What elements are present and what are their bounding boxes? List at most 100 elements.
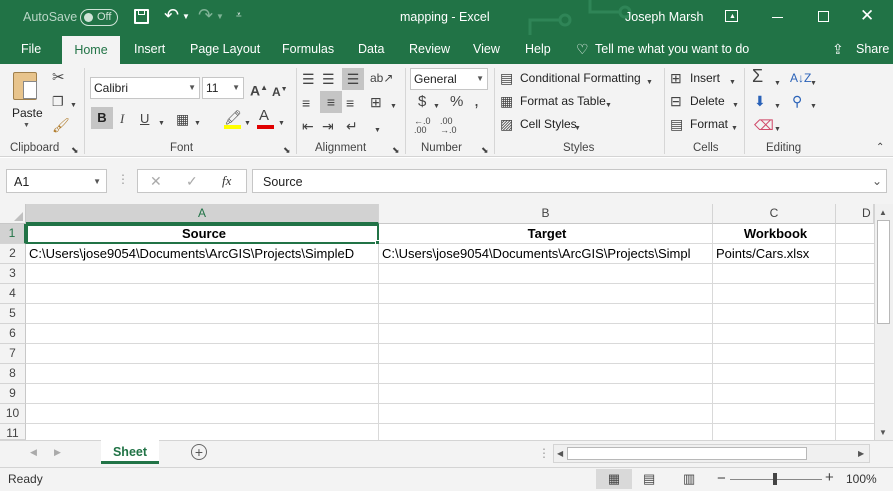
clear-icon[interactable]: ⌫ xyxy=(754,117,774,133)
bold-button[interactable]: B xyxy=(91,107,113,129)
collapse-ribbon-icon[interactable]: ⌃ xyxy=(876,140,884,156)
alignment-launcher-icon[interactable]: ⬊ xyxy=(392,142,400,158)
undo-icon[interactable]: ↶ xyxy=(164,5,179,26)
font-color-icon[interactable]: A xyxy=(259,108,269,124)
align-bottom-icon[interactable]: ☰ xyxy=(342,68,364,90)
close-icon[interactable]: ✕ xyxy=(860,6,874,26)
maximize-icon[interactable] xyxy=(818,11,829,22)
clear-dropdown-icon[interactable]: ▼ xyxy=(774,122,781,138)
redo-icon[interactable]: ↷ xyxy=(198,5,213,26)
next-sheet-icon[interactable]: ▶ xyxy=(54,447,61,458)
row-header-6[interactable]: 6 xyxy=(0,324,26,344)
customize-qat-icon[interactable]: ⩡ xyxy=(236,10,242,21)
formula-input[interactable]: Source ⌄ xyxy=(252,169,887,193)
cut-icon[interactable]: ✂ xyxy=(52,70,65,86)
autosave-toggle[interactable]: Off xyxy=(80,9,118,26)
expand-formula-bar-icon[interactable]: ⌄ xyxy=(872,174,882,188)
underline-dropdown-icon[interactable]: ▼ xyxy=(158,116,165,132)
borders-icon[interactable]: ▦ xyxy=(176,111,189,127)
align-top-icon[interactable]: ☰ xyxy=(302,71,315,87)
increase-indent-icon[interactable]: ⇥ xyxy=(322,118,334,134)
decrease-decimal-icon[interactable]: .00 →.0 xyxy=(440,117,457,135)
font-launcher-icon[interactable]: ⬊ xyxy=(283,142,291,158)
comma-style-icon[interactable]: , xyxy=(474,91,479,109)
increase-decimal-icon[interactable]: ←.0.00 xyxy=(414,117,431,135)
name-box[interactable]: A1 ▼ xyxy=(6,169,107,193)
tab-insert[interactable]: Insert xyxy=(134,35,165,64)
sort-filter-icon[interactable]: A↓Z xyxy=(790,70,811,86)
orientation-icon[interactable]: ab↗ xyxy=(370,70,393,86)
currency-icon[interactable]: $ xyxy=(418,94,426,110)
decrease-indent-icon[interactable]: ⇤ xyxy=(302,118,314,134)
zoom-slider[interactable] xyxy=(730,473,822,485)
save-icon[interactable] xyxy=(134,9,149,24)
tab-formulas[interactable]: Formulas xyxy=(282,35,334,64)
borders-dropdown-icon[interactable]: ▼ xyxy=(194,116,201,132)
prev-sheet-icon[interactable]: ◀ xyxy=(30,447,37,458)
column-header-a[interactable]: A xyxy=(26,204,379,224)
row-header-10[interactable]: 10 xyxy=(0,404,26,424)
cell-a2[interactable]: C:\Users\jose9054\Documents\ArcGIS\Proje… xyxy=(26,244,379,264)
row-header-8[interactable]: 8 xyxy=(0,364,26,384)
undo-dropdown-icon[interactable]: ▼ xyxy=(182,12,190,21)
merge-dropdown-icon[interactable]: ▼ xyxy=(390,99,397,115)
tab-page-layout[interactable]: Page Layout xyxy=(190,35,260,64)
tab-file[interactable]: File xyxy=(21,35,41,64)
fill-dropdown-icon[interactable]: ▼ xyxy=(774,99,781,115)
number-format-dropdown[interactable]: General ▼ xyxy=(410,68,488,90)
zoom-in-icon[interactable]: + xyxy=(825,469,834,486)
autosum-icon[interactable]: Σ xyxy=(752,67,763,85)
tab-view[interactable]: View xyxy=(473,35,500,64)
italic-button[interactable]: I xyxy=(120,111,124,127)
decrease-font-size-icon[interactable]: A▼ xyxy=(272,82,288,100)
wrap-dropdown-icon[interactable]: ▼ xyxy=(374,123,381,139)
currency-dropdown-icon[interactable]: ▼ xyxy=(433,99,440,115)
scroll-up-icon[interactable]: ▲ xyxy=(879,208,887,217)
scroll-left-icon[interactable]: ◀ xyxy=(557,449,563,458)
cancel-entry-icon[interactable]: ✕ xyxy=(150,173,162,190)
row-header-3[interactable]: 3 xyxy=(0,264,26,284)
tab-help[interactable]: Help xyxy=(525,35,551,64)
tab-home[interactable]: Home xyxy=(62,36,120,64)
scroll-right-icon[interactable]: ▶ xyxy=(858,449,864,458)
increase-font-size-icon[interactable]: A▲ xyxy=(250,80,268,99)
page-layout-view-icon[interactable]: ▤ xyxy=(643,471,655,487)
column-header-d[interactable]: D xyxy=(836,204,874,224)
vertical-scrollbar[interactable]: ▲ ▼ xyxy=(874,204,893,440)
number-launcher-icon[interactable]: ⬊ xyxy=(481,142,489,158)
ribbon-display-options-icon[interactable]: ▲ xyxy=(725,10,738,22)
zoom-out-icon[interactable]: − xyxy=(717,470,726,487)
merge-center-icon[interactable]: ⊞ xyxy=(370,94,382,110)
scroll-down-icon[interactable]: ▼ xyxy=(879,428,887,437)
cell-b2[interactable]: C:\Users\jose9054\Documents\ArcGIS\Proje… xyxy=(379,244,713,264)
sheet-tab-sheet[interactable]: Sheet xyxy=(101,440,159,464)
cell-c2[interactable]: Points/Cars.xlsx xyxy=(713,244,836,264)
page-break-view-icon[interactable]: ▥ xyxy=(683,471,695,487)
zoom-level[interactable]: 100% xyxy=(846,472,877,486)
confirm-entry-icon[interactable]: ✓ xyxy=(186,173,198,190)
fill-color-icon[interactable]: 🖍 xyxy=(224,109,242,125)
font-size-dropdown[interactable]: 11 ▼ xyxy=(202,77,244,99)
find-select-icon[interactable]: ⚲ xyxy=(792,93,802,109)
wrap-text-icon[interactable]: ↵ xyxy=(346,118,358,134)
tab-review[interactable]: Review xyxy=(409,35,450,64)
align-left-icon[interactable]: ≡ xyxy=(302,95,310,111)
underline-button[interactable]: U xyxy=(140,111,149,127)
align-middle-icon[interactable]: ☰ xyxy=(322,71,335,87)
column-header-c[interactable]: C xyxy=(713,204,836,224)
vertical-scroll-thumb[interactable] xyxy=(877,220,890,324)
format-painter-icon[interactable]: 🖌 xyxy=(52,117,70,133)
fill-icon[interactable]: ⬇ xyxy=(754,93,766,109)
minimize-icon[interactable] xyxy=(772,17,783,18)
row-header-5[interactable]: 5 xyxy=(0,304,26,324)
new-sheet-icon[interactable]: + xyxy=(191,444,207,460)
cell-c1[interactable]: Workbook xyxy=(713,224,836,244)
column-header-b[interactable]: B xyxy=(379,204,713,224)
user-name[interactable]: Joseph Marsh xyxy=(625,10,704,24)
cell-b1[interactable]: Target xyxy=(379,224,713,244)
row-header-9[interactable]: 9 xyxy=(0,384,26,404)
sort-filter-dropdown-icon[interactable]: ▼ xyxy=(810,76,817,92)
tab-split-grip-icon[interactable]: ⋮ xyxy=(538,446,550,460)
row-header-4[interactable]: 4 xyxy=(0,284,26,304)
zoom-slider-thumb[interactable] xyxy=(773,473,777,485)
